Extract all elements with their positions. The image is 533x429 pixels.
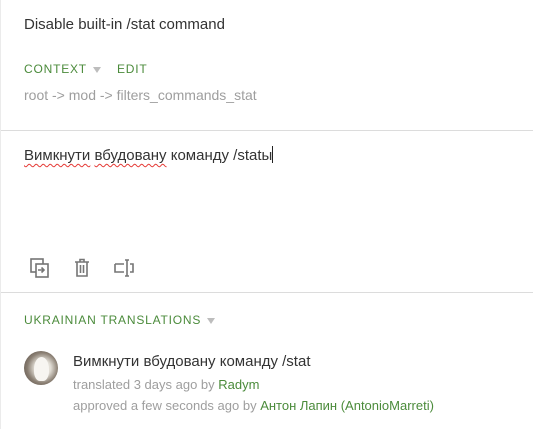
translated-prefix: translated 3 days ago by [73,377,219,392]
translation-panel: Disable built-in /stat command CONTEXT E… [0,0,533,429]
divider [1,292,533,293]
text-direction-button[interactable] [112,256,136,280]
context-path: root -> mod -> filters_commands_stat [24,87,257,103]
editor-toolbar [28,256,136,280]
avatar [24,351,58,385]
context-toggle[interactable]: CONTEXT [24,62,87,76]
copy-source-button[interactable] [28,256,52,280]
copy-source-icon [30,258,49,278]
trash-icon [75,258,89,277]
edit-context-button[interactable]: EDIT [117,62,148,76]
text-cursor [272,146,274,163]
misspelled-word[interactable]: вбудовану [94,147,166,164]
editor-text-rest: команду /statы [166,147,273,164]
approver-link[interactable]: Антон Лапин (AntonioMarreti) [260,398,434,413]
divider [1,130,533,131]
translations-section-label: UKRAINIAN TRANSLATIONS [24,313,202,327]
translation-editor[interactable]: Вимкнути вбудовану команду /statы [24,146,274,164]
delete-button[interactable] [70,256,94,280]
context-row: CONTEXT EDIT [24,62,147,76]
translation-suggestion[interactable]: Вимкнути вбудовану команду /stat [73,353,311,370]
translated-by-line: translated 3 days ago by Radym [73,377,259,392]
text-cursor-icon [114,259,134,277]
translator-link[interactable]: Radym [218,377,259,392]
caret-down-icon[interactable] [92,66,101,73]
misspelled-word[interactable]: Вимкнути [24,147,90,164]
caret-down-icon [207,317,216,324]
approved-by-line: approved a few seconds ago by Антон Лапи… [73,398,434,413]
source-string: Disable built-in /stat command [24,16,225,33]
approved-prefix: approved a few seconds ago by [73,398,261,413]
translations-section-header[interactable]: UKRAINIAN TRANSLATIONS [24,313,231,327]
